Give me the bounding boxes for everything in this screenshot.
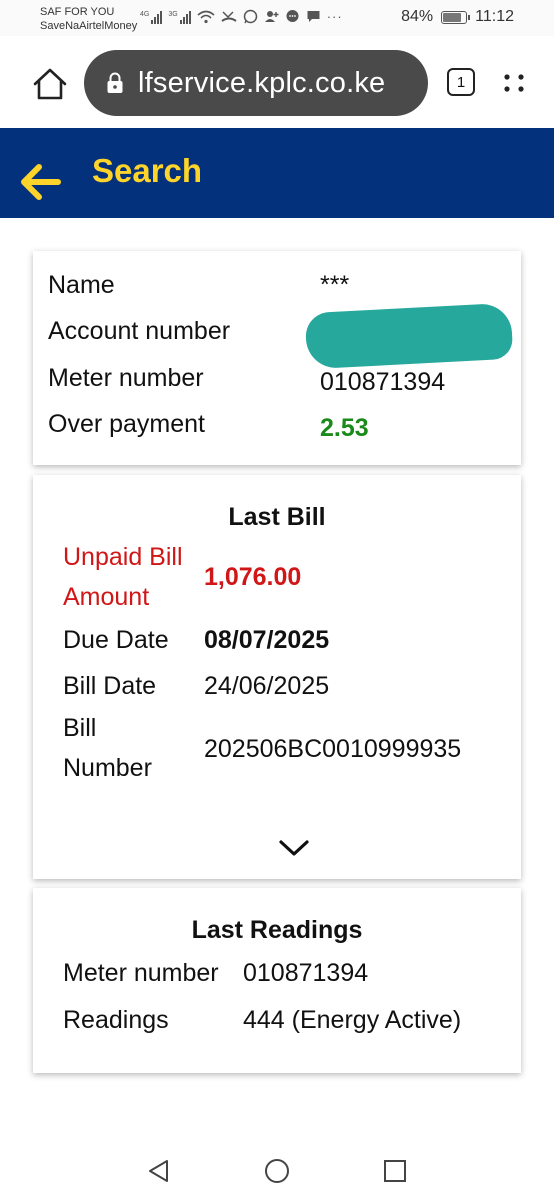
- nav-back-icon[interactable]: [146, 1158, 172, 1184]
- whatsapp-icon: [243, 9, 257, 24]
- carrier-subtitle: SaveNaAirtelMoney: [40, 20, 138, 32]
- app-header: [0, 128, 554, 218]
- bill-date-value: 24/06/2025: [204, 672, 330, 700]
- page-title: Search: [92, 152, 203, 189]
- tab-count: 1: [456, 73, 466, 91]
- carrier-info: SAF FOR YOU SaveNaAirtelMoney: [40, 5, 137, 33]
- battery-percent: 84%: [401, 8, 434, 25]
- clock: 11:12: [475, 8, 514, 25]
- status-bar: SAF FOR YOU SaveNaAirtelMoney 4G 3G ··· …: [0, 0, 554, 36]
- contacts-icon: [264, 11, 279, 22]
- bill-number-label: Bill Number: [63, 714, 152, 782]
- readings-meter-label: Meter number: [63, 959, 219, 987]
- menu-icon[interactable]: [502, 72, 526, 94]
- wifi-icon: [197, 10, 215, 23]
- message-icon: [307, 11, 320, 22]
- url-text: lfservice.kplc.co.ke: [138, 66, 386, 99]
- unpaid-bill-value: 1,076.00: [204, 563, 302, 591]
- address-bar[interactable]: lfservice.kplc.co.ke: [84, 50, 428, 116]
- meter-number-value: 010871394: [320, 368, 446, 396]
- readings-meter-value: 010871394: [243, 959, 369, 987]
- battery-fill: [443, 12, 462, 22]
- unpaid-bill-label: Unpaid Bill Amount: [63, 543, 183, 611]
- over-payment-label: Over payment: [48, 410, 206, 438]
- name-value: ***: [320, 271, 350, 299]
- due-date-value: 08/07/2025: [204, 626, 330, 654]
- redaction-mask: [304, 302, 514, 370]
- last-bill-title: Last Bill: [228, 503, 326, 531]
- readings-value: 444 (Energy Active): [243, 1006, 462, 1034]
- carrier-name: SAF FOR YOU: [40, 6, 115, 18]
- last-readings-title: Last Readings: [191, 916, 363, 944]
- nav-home-icon[interactable]: [263, 1157, 291, 1185]
- bill-date-label: Bill Date: [63, 672, 157, 700]
- missed-call-icon: [221, 10, 237, 22]
- signal-icon-2: 3G: [168, 10, 191, 24]
- meter-number-label: Meter number: [48, 364, 204, 392]
- home-icon[interactable]: [30, 66, 70, 102]
- account-number-label: Account number: [48, 317, 231, 345]
- lock-icon: [107, 72, 123, 93]
- tabs-icon[interactable]: 1: [447, 68, 475, 96]
- back-arrow-icon[interactable]: [18, 162, 62, 202]
- readings-label: Readings: [63, 1006, 169, 1034]
- name-label: Name: [48, 271, 115, 299]
- browser-toolbar: lfservice.kplc.co.ke 1: [0, 36, 554, 128]
- bill-number-value: 202506BC0010999935: [204, 735, 462, 763]
- status-icons: 4G 3G ···: [140, 9, 343, 24]
- chevron-down-icon[interactable]: [277, 836, 311, 860]
- more-icon: ···: [326, 9, 343, 24]
- status-right: 84% 11:12: [401, 8, 514, 26]
- signal-icon-1: 4G: [140, 10, 163, 24]
- over-payment-value: 2.53: [320, 414, 369, 442]
- nav-recents-icon[interactable]: [382, 1158, 408, 1184]
- chat-icon: [286, 10, 299, 22]
- due-date-label: Due Date: [63, 626, 169, 654]
- battery-icon: [441, 10, 471, 24]
